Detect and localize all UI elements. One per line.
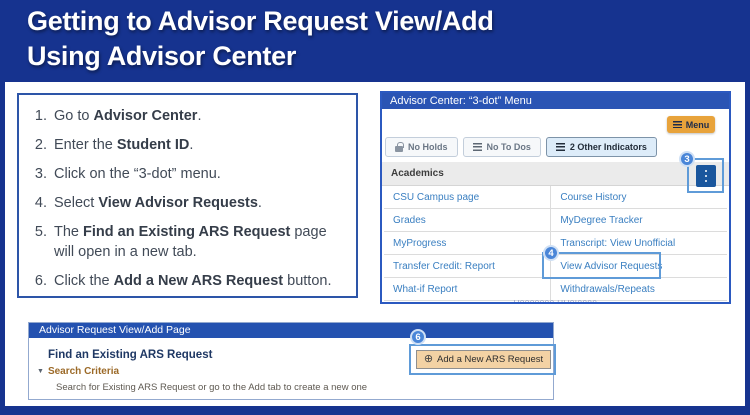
step-text: Enter the Student ID.	[54, 135, 193, 155]
other-indicators-label: 2 Other Indicators	[570, 142, 647, 152]
advisor-request-panel: Advisor Request View/Add Page Find an Ex…	[28, 322, 554, 400]
table-row: Grades MyDegree Tracker	[384, 209, 727, 232]
step-text: The Find an Existing ARS Request page wi…	[54, 222, 348, 262]
menu-button[interactable]: Menu	[667, 116, 715, 133]
table-row: What-if Report Withdrawals/Repeats	[384, 278, 727, 301]
step-4: 4. Select View Advisor Requests.	[25, 193, 348, 213]
step-number: 5.	[25, 222, 47, 262]
step-5: 5. The Find an Existing ARS Request page…	[25, 222, 348, 262]
step-3: 3. Click on the “3-dot” menu.	[25, 164, 348, 184]
menu-link-what-if-report[interactable]: What-if Report	[384, 278, 550, 300]
hamburger-icon	[673, 121, 682, 128]
step-number: 6.	[25, 271, 47, 291]
academics-menu-table: CSU Campus page Course History Grades My…	[384, 186, 727, 301]
vertical-dots-icon	[705, 170, 708, 173]
callout-number-6: 6	[410, 329, 426, 345]
indicator-pills: No Holds No To Dos 2 Other Indicators	[385, 137, 657, 157]
advisor-center-panel-title: Advisor Center: “3-dot” Menu	[382, 93, 729, 109]
menu-link-mydegree-tracker[interactable]: MyDegree Tracker	[550, 209, 727, 231]
list-icon	[556, 143, 565, 151]
step-number: 4.	[25, 193, 47, 213]
step-1: 1. Go to Advisor Center.	[25, 106, 348, 126]
menu-link-course-history[interactable]: Course History	[550, 186, 727, 208]
search-criteria-toggle[interactable]: ▼ Search Criteria	[37, 366, 119, 377]
no-holds-pill[interactable]: No Holds	[385, 137, 458, 157]
slide: Getting to Advisor Request View/Add Usin…	[0, 0, 750, 415]
search-hint-text: Search for Existing ARS Request or go to…	[56, 382, 367, 393]
advisor-request-panel-title: Advisor Request View/Add Page	[29, 323, 553, 338]
menu-link-transfer-credit-report[interactable]: Transfer Credit: Report	[384, 255, 550, 277]
clipped-id-text: U0000000 UU0I0000	[382, 299, 729, 304]
table-row: CSU Campus page Course History	[384, 186, 727, 209]
step-text: Click the Add a New ARS Request button.	[54, 271, 331, 291]
collapse-triangle-icon: ▼	[37, 368, 44, 375]
page-title-line2: Using Advisor Center	[27, 39, 494, 74]
no-holds-label: No Holds	[408, 142, 448, 152]
callout-number-3: 3	[679, 151, 695, 167]
circle-plus-icon: ⊕	[424, 354, 433, 365]
menu-link-myprogress[interactable]: MyProgress	[384, 232, 550, 254]
step-text: Click on the “3-dot” menu.	[54, 164, 221, 184]
other-indicators-pill[interactable]: 2 Other Indicators	[546, 137, 657, 157]
advisor-center-panel: Advisor Center: “3-dot” Menu Menu No Hol…	[380, 91, 731, 304]
page-title-line1: Getting to Advisor Request View/Add	[27, 4, 494, 39]
step-number: 2.	[25, 135, 47, 155]
no-todos-label: No To Dos	[487, 142, 531, 152]
academics-section-header: Academics	[382, 162, 729, 186]
menu-button-label: Menu	[686, 120, 710, 130]
add-new-ars-request-label: Add a New ARS Request	[437, 354, 543, 365]
no-todos-pill[interactable]: No To Dos	[463, 137, 541, 157]
search-criteria-label: Search Criteria	[48, 366, 119, 377]
list-icon	[473, 143, 482, 151]
menu-link-view-advisor-requests[interactable]: View Advisor Requests	[550, 255, 727, 277]
step-text: Go to Advisor Center.	[54, 106, 201, 126]
step-text: Select View Advisor Requests.	[54, 193, 262, 213]
step-6: 6. Click the Add a New ARS Request butto…	[25, 271, 348, 291]
step-2: 2. Enter the Student ID.	[25, 135, 348, 155]
add-new-ars-request-button[interactable]: ⊕ Add a New ARS Request	[416, 350, 551, 369]
menu-link-transcript-view-unofficial[interactable]: Transcript: View Unofficial	[550, 232, 727, 254]
step-number: 1.	[25, 106, 47, 126]
find-existing-ars-heading: Find an Existing ARS Request	[48, 349, 212, 361]
menu-link-csu-campus-page[interactable]: CSU Campus page	[384, 186, 550, 208]
instruction-box: 1. Go to Advisor Center. 2. Enter the St…	[17, 93, 358, 298]
menu-link-grades[interactable]: Grades	[384, 209, 550, 231]
three-dot-menu-button[interactable]	[696, 165, 716, 187]
step-number: 3.	[25, 164, 47, 184]
page-title: Getting to Advisor Request View/Add Usin…	[27, 4, 494, 74]
lock-icon	[395, 146, 403, 152]
callout-number-4: 4	[543, 245, 559, 261]
menu-link-withdrawals-repeats[interactable]: Withdrawals/Repeats	[550, 278, 727, 300]
